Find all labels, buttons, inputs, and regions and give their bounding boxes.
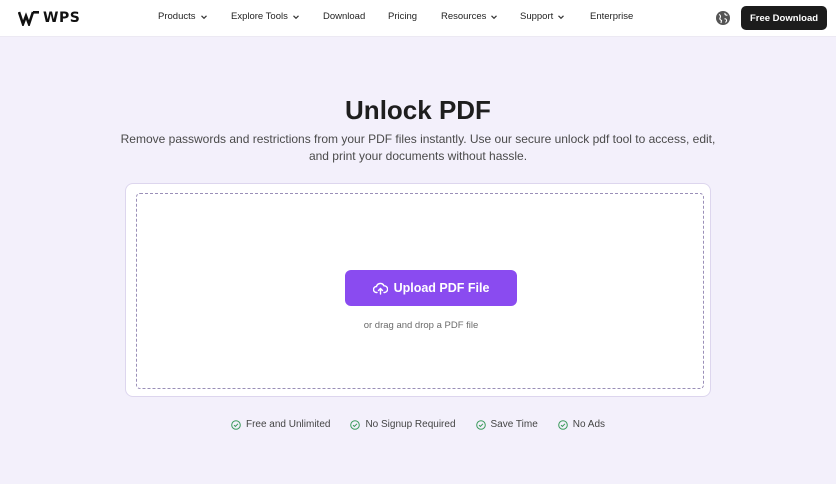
check-circle-icon xyxy=(475,419,486,430)
nav-label: Support xyxy=(520,11,554,22)
nav-download[interactable]: Download xyxy=(323,11,365,22)
check-circle-icon xyxy=(350,419,361,430)
nav-label: Enterprise xyxy=(590,11,634,22)
chevron-down-icon xyxy=(558,14,565,19)
cloud-upload-icon xyxy=(372,282,388,295)
feature-item: Save Time xyxy=(475,419,538,430)
nav-products[interactable]: Products xyxy=(158,11,208,22)
feature-label: No Ads xyxy=(572,419,606,430)
nav-label: Download xyxy=(323,11,366,22)
nav-pricing[interactable]: Pricing xyxy=(388,11,417,22)
nav-enterprise[interactable]: Enterprise xyxy=(590,11,633,22)
page-title: Unlock PDF xyxy=(345,95,491,125)
drop-zone[interactable]: Upload PDF File or drag and drop a PDF f… xyxy=(136,193,704,389)
main-nav: Products Explore Tools Download Pricing … xyxy=(0,0,836,36)
upload-button-label: Upload PDF File xyxy=(393,281,490,295)
nav-label: Products xyxy=(158,11,196,22)
nav-explore-tools[interactable]: Explore Tools xyxy=(231,11,300,22)
nav-resources[interactable]: Resources xyxy=(441,11,498,22)
drag-drop-hint: or drag and drop a PDF file xyxy=(363,320,479,331)
check-circle-icon xyxy=(231,419,241,430)
nav-label: Pricing xyxy=(388,11,418,22)
nav-label: Resources xyxy=(441,11,487,22)
features-list: Free and Unlimited No Signup Required Sa… xyxy=(0,419,836,430)
globe-icon[interactable] xyxy=(715,10,731,26)
chevron-down-icon xyxy=(292,14,299,19)
chevron-down-icon xyxy=(491,14,498,19)
site-header: WPS Products Explore Tools Download Pric… xyxy=(0,0,836,37)
chevron-down-icon xyxy=(200,14,207,19)
feature-item: Free and Unlimited xyxy=(231,419,330,430)
free-download-button[interactable]: Free Download xyxy=(741,6,827,30)
feature-item: No Signup Required xyxy=(350,419,456,430)
feature-label: Free and Unlimited xyxy=(245,419,331,430)
nav-label: Explore Tools xyxy=(231,11,288,22)
feature-label: No Signup Required xyxy=(365,419,456,430)
upload-pdf-button[interactable]: Upload PDF File xyxy=(345,270,517,306)
page-subtitle: Remove passwords and restrictions from y… xyxy=(120,132,716,163)
feature-label: Save Time xyxy=(490,419,538,430)
nav-support[interactable]: Support xyxy=(520,11,565,22)
check-circle-icon xyxy=(557,419,568,430)
feature-item: No Ads xyxy=(557,419,606,430)
upload-card: Upload PDF File or drag and drop a PDF f… xyxy=(125,183,711,397)
